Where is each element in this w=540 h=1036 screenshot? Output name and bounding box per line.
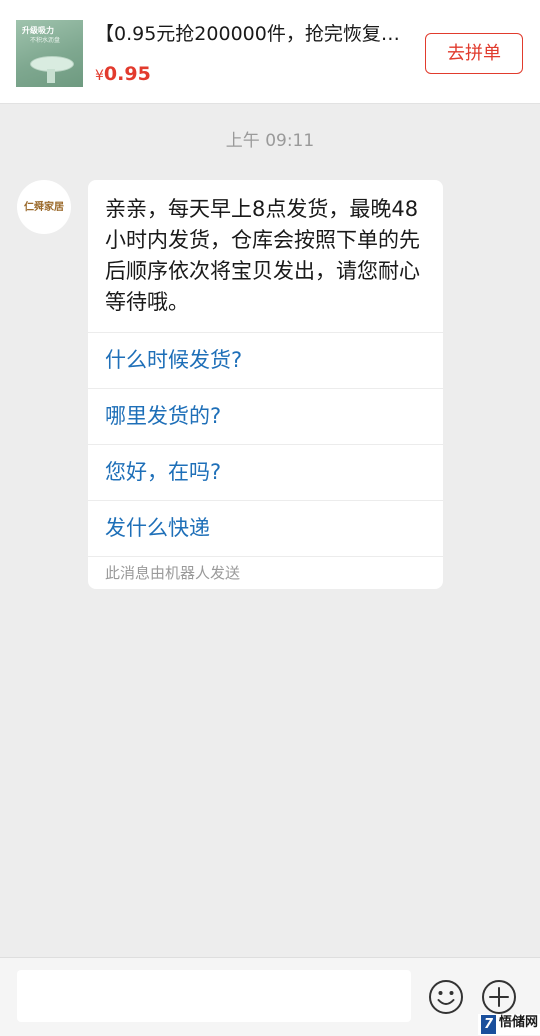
quick-reply-courier[interactable]: 发什么快递 xyxy=(88,501,443,557)
more-button[interactable] xyxy=(481,979,517,1015)
watermark-text: 悟储网 xyxy=(499,1015,539,1030)
quick-reply-when-ship[interactable]: 什么时候发货? xyxy=(88,333,443,389)
price-value: 0.95 xyxy=(103,63,151,85)
product-price: ¥0.95 xyxy=(95,63,151,85)
thumbnail-title: 升级吸力 xyxy=(22,26,54,35)
product-title[interactable]: 【0.95元抢200000件，抢完恢复… xyxy=(95,20,415,48)
avatar-label: 仁舜家居 xyxy=(24,202,64,213)
smiley-icon xyxy=(429,980,463,1014)
bot-message-note: 此消息由机器人发送 xyxy=(105,564,241,582)
message-bubble: 亲亲，每天早上8点发货，最晚48小时内发货，仓库会按照下单的先后顺序依次将宝贝发… xyxy=(88,180,443,589)
product-bar[interactable]: 升级吸力 不积水沥盘 【0.95元抢200000件，抢完恢复… ¥0.95 去拼… xyxy=(0,0,540,104)
product-thumbnail[interactable]: 升级吸力 不积水沥盘 xyxy=(16,20,83,87)
input-bar xyxy=(0,957,540,1036)
currency-symbol: ¥ xyxy=(95,68,104,84)
quick-reply-hello[interactable]: 您好，在吗? xyxy=(88,445,443,501)
message-text: 亲亲，每天早上8点发货，最晚48小时内发货，仓库会按照下单的先后顺序依次将宝贝发… xyxy=(88,180,443,333)
quick-reply-ship-from[interactable]: 哪里发货的? xyxy=(88,389,443,445)
message-timestamp: 上午 09:11 xyxy=(225,131,315,151)
message-input[interactable] xyxy=(17,970,411,1022)
soap-dish-stand-image xyxy=(47,69,55,83)
group-buy-button[interactable]: 去拼单 xyxy=(425,33,523,74)
shop-avatar[interactable]: 仁舜家居 xyxy=(17,180,71,234)
thumbnail-subtitle: 不积水沥盘 xyxy=(30,37,61,44)
plus-circle-icon xyxy=(482,980,516,1014)
emoji-button[interactable] xyxy=(428,979,464,1015)
watermark: 7 悟储网 xyxy=(478,1014,540,1035)
watermark-logo: 7 xyxy=(481,1015,496,1034)
